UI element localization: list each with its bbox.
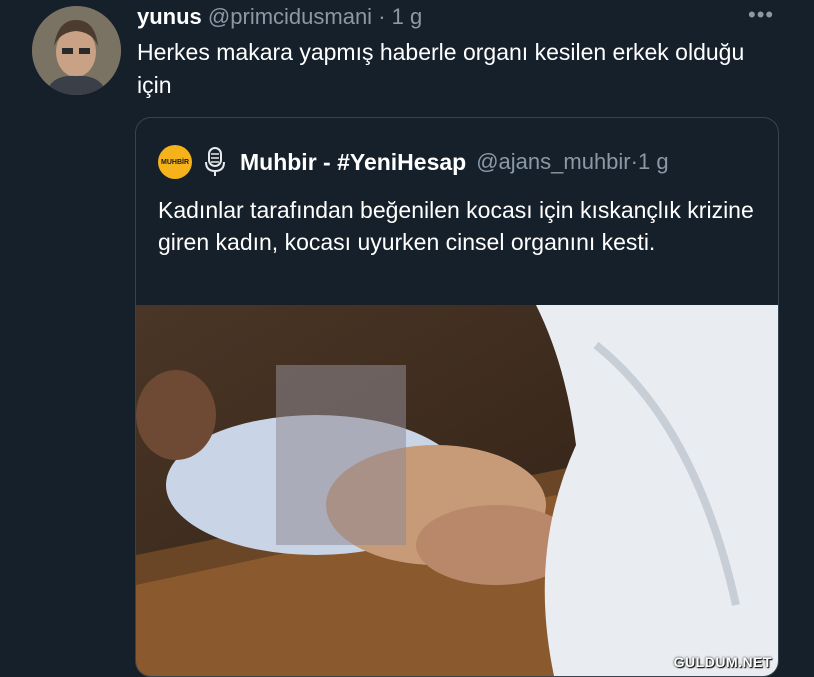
tweet-text: Herkes makara yapmış haberle organı kesi…	[137, 39, 745, 98]
tweet-header: yunus @primcidusmani · 1 g	[137, 4, 422, 30]
author-avatar[interactable]	[32, 6, 121, 95]
quoted-tweet-time[interactable]: 1 g	[638, 149, 669, 175]
quoted-separator: ·	[630, 149, 638, 174]
quoted-author-avatar[interactable]: MUHBİR	[158, 145, 192, 179]
watermark-text: GULDUM.NET	[673, 654, 772, 670]
quoted-tweet[interactable]: MUHBİR Muhbir - #YeniHesap @ajans_muhbir…	[135, 117, 779, 677]
quoted-author-handle[interactable]: @ajans_muhbir	[476, 149, 630, 175]
author-name[interactable]: yunus	[137, 4, 202, 29]
quoted-tweet-text: Kadınlar tarafından beğenilen kocası içi…	[158, 197, 754, 255]
quoted-avatar-text: MUHBİR	[161, 158, 189, 166]
quoted-tweet-header: MUHBİR Muhbir - #YeniHesap @ajans_muhbir…	[158, 144, 669, 180]
separator: ·	[372, 4, 392, 29]
quoted-author-name[interactable]: Muhbir - #YeniHesap	[240, 149, 466, 176]
author-handle[interactable]: @primcidusmani	[208, 4, 372, 29]
quoted-tweet-photo[interactable]	[136, 305, 779, 677]
microphone-badge-icon	[205, 147, 225, 176]
more-horizontal-icon[interactable]: •••	[748, 2, 774, 28]
tweet-time[interactable]: 1 g	[392, 4, 423, 29]
